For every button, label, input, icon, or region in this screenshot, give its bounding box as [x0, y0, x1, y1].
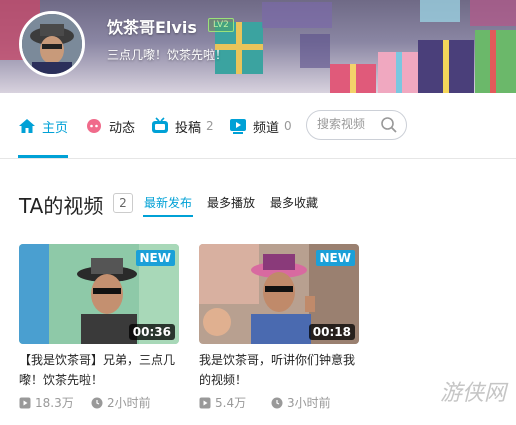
username: 饮茶哥Elvis [107, 18, 197, 37]
nav-tab-count: 2 [206, 119, 214, 133]
user-signature: 三点几嚟！饮茶先啦！ [107, 48, 228, 62]
section-title: TA的视频 [19, 194, 104, 218]
nav-tab-home[interactable]: 主页 [18, 115, 68, 137]
nav-tab-count: 0 [284, 119, 292, 133]
view-count-value: 5.4万 [215, 396, 247, 410]
avatar[interactable] [19, 11, 85, 77]
upload-tv-icon [152, 117, 168, 133]
profile-banner: 饮茶哥Elvis LV2 三点几嚟！饮茶先啦！ [0, 0, 516, 93]
video-thumbnail[interactable]: NEW 00:18 [199, 244, 359, 344]
play-count-icon [19, 397, 31, 408]
tab-most-played[interactable]: 最多播放 [207, 194, 255, 211]
search-input[interactable] [317, 117, 381, 131]
active-tab-indicator [18, 155, 68, 158]
clock-icon [91, 397, 103, 408]
publish-time-value: 3小时前 [287, 396, 331, 410]
nav-tab-label: 动态 [109, 120, 136, 136]
publish-time: 2小时前 [91, 394, 151, 411]
avatar-image [22, 14, 82, 74]
publish-time-value: 2小时前 [107, 396, 151, 410]
play-count-icon [199, 397, 211, 408]
video-thumbnail[interactable]: NEW 00:36 [19, 244, 179, 344]
channel-icon [230, 119, 246, 134]
nav-tab-label: 投稿 [175, 120, 202, 136]
level-badge: LV2 [208, 18, 234, 32]
nav-tab-label: 频道 [253, 120, 280, 136]
nav-tab-label: 主页 [42, 120, 69, 136]
video-duration: 00:18 [308, 324, 355, 340]
new-badge: NEW [315, 250, 355, 266]
search-box[interactable] [306, 110, 407, 140]
profile-nav: 主页 动态 投稿 2 频道 0 [0, 93, 516, 159]
search-icon[interactable] [380, 116, 398, 134]
view-count: 5.4万 [199, 394, 246, 411]
nav-tab-uploads[interactable]: 投稿 2 [151, 115, 214, 137]
home-icon [19, 119, 35, 133]
publish-time: 3小时前 [271, 394, 331, 411]
video-duration: 00:36 [128, 324, 175, 340]
clock-icon [271, 397, 283, 408]
view-count-value: 18.3万 [35, 396, 74, 410]
dynamic-icon [87, 119, 101, 133]
site-watermark: 游侠网 [440, 381, 507, 406]
nav-tab-channel[interactable]: 频道 0 [229, 115, 292, 137]
section-tab-indicator [143, 215, 193, 217]
new-badge: NEW [135, 250, 175, 266]
video-title[interactable]: 我是饮茶哥，听讲你们钟意我的视频！ [199, 350, 359, 390]
video-title[interactable]: 【我是饮茶哥】兄弟，三点几嚟！饮茶先啦！ [19, 350, 179, 390]
nav-tab-dynamic[interactable]: 动态 [85, 115, 135, 137]
view-count: 18.3万 [19, 394, 74, 411]
tab-latest[interactable]: 最新发布 [144, 194, 192, 211]
tab-most-favorited[interactable]: 最多收藏 [270, 194, 318, 211]
video-count-badge: 2 [113, 193, 133, 213]
